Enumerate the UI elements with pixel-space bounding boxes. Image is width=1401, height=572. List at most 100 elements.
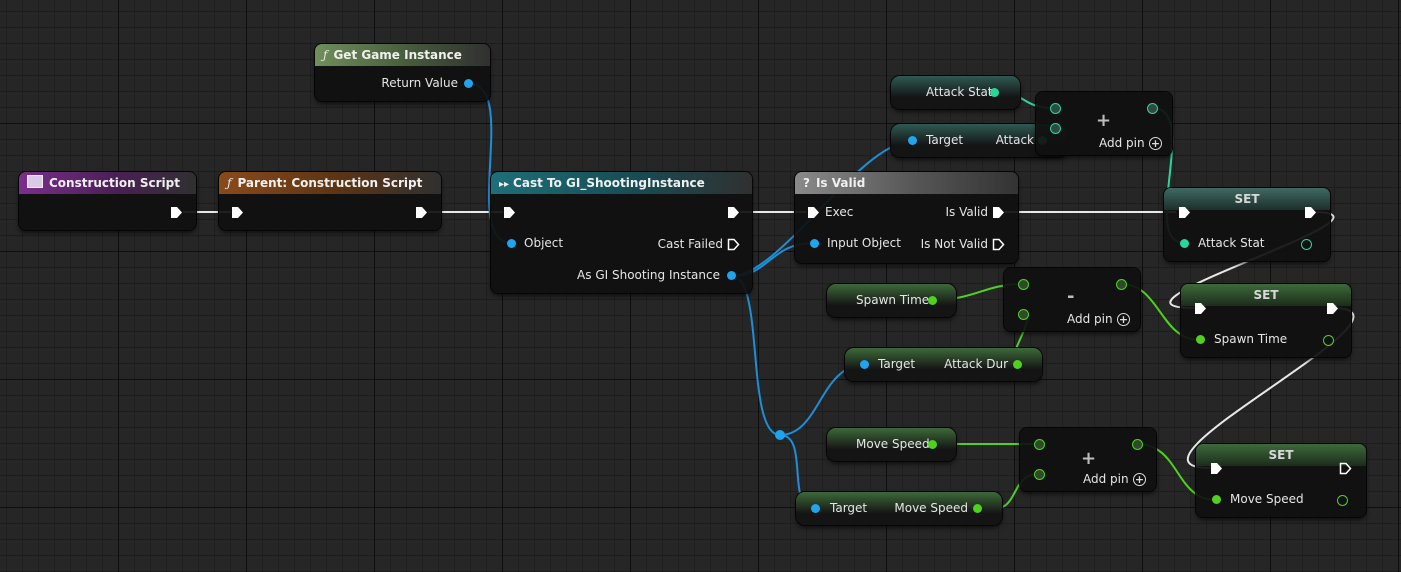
cast-icon: ▸▸	[499, 179, 510, 190]
return-value-label: Return Value	[381, 76, 458, 90]
node-header: Construction Script	[19, 172, 196, 194]
target-pin[interactable]	[908, 136, 917, 145]
spawn-time-in-pin[interactable]	[1196, 335, 1205, 344]
is-valid-exec-pin[interactable]	[992, 206, 1005, 219]
node-construction-script[interactable]: Construction Script	[19, 172, 196, 230]
object-label: Object	[524, 236, 564, 250]
move-speed-out-pin[interactable]	[928, 440, 937, 449]
subtract-input-b-pin[interactable]	[1018, 309, 1029, 320]
target-label: Target	[926, 133, 964, 147]
exec-in-pin[interactable]	[807, 206, 820, 219]
node-target-move-speed[interactable]: Target Move Speed	[796, 492, 1002, 525]
exec-out-pin[interactable]	[1339, 462, 1352, 475]
node-spawn-time-variable[interactable]: Spawn Time	[827, 284, 956, 317]
node-header: ƒ Get Game Instance	[315, 44, 490, 66]
attack-stat-out-pin[interactable]	[990, 88, 999, 97]
add-pin-label[interactable]: Add pin	[1083, 472, 1129, 486]
reroute-knot	[775, 430, 785, 440]
spawn-time-field-label: Spawn Time	[1214, 332, 1288, 346]
question-icon: ?	[803, 176, 810, 190]
add-pin-icon[interactable]: +	[1149, 137, 1162, 150]
exec-out-pin[interactable]	[1326, 302, 1339, 315]
target-pin[interactable]	[860, 360, 869, 369]
node-title: Cast To GI_ShootingInstance	[513, 176, 705, 190]
event-icon	[27, 175, 43, 188]
exec-in-pin[interactable]	[1194, 302, 1207, 315]
attack-stat-field-label: Attack Stat	[1198, 236, 1265, 250]
target-pin[interactable]	[811, 504, 820, 513]
add-pin-icon[interactable]: +	[1133, 473, 1146, 486]
node-title: Parent: Construction Script	[237, 176, 423, 190]
attack-dur-out-pin[interactable]	[1013, 360, 1022, 369]
cast-failed-label: Cast Failed	[657, 237, 723, 251]
input-object-label: Input Object	[827, 236, 901, 250]
node-target-attack-dur[interactable]: Target Attack Dur	[845, 348, 1042, 381]
add-output-pin[interactable]	[1147, 103, 1158, 114]
node-cast-to-gi-shooting-instance[interactable]: ▸▸ Cast To GI_ShootingInstance Object Cas…	[491, 172, 752, 293]
node-move-speed-variable[interactable]: Move Speed	[827, 428, 956, 461]
subtract-operator: -	[1067, 286, 1075, 307]
object-wire	[731, 275, 781, 436]
exec-in-pin[interactable]	[1210, 462, 1223, 475]
node-header: ? Is Valid	[795, 172, 1018, 194]
node-add-move-speed[interactable]: + Add pin +	[1020, 428, 1156, 491]
is-not-valid-exec-pin[interactable]	[992, 238, 1005, 251]
exec-out-pin[interactable]	[727, 206, 740, 219]
add-operator: +	[1081, 448, 1097, 469]
node-set-spawn-time[interactable]: SET Spawn Time	[1181, 284, 1351, 357]
is-valid-label: Is Valid	[945, 205, 988, 219]
add-pin-icon[interactable]: +	[1117, 313, 1130, 326]
as-instance-pin[interactable]	[727, 271, 736, 280]
add-input-a-pin[interactable]	[1050, 103, 1061, 114]
exec-in-pin[interactable]	[503, 206, 516, 219]
attack-stat-in-pin[interactable]	[1180, 239, 1189, 248]
exec-out-pin[interactable]	[1304, 206, 1317, 219]
subtract-output-pin[interactable]	[1116, 279, 1127, 290]
exec-out-pin[interactable]	[170, 206, 183, 219]
target-label: Target	[878, 357, 916, 371]
move-speed-out-pin[interactable]	[1337, 495, 1348, 506]
input-object-pin[interactable]	[810, 239, 819, 248]
node-subtract-spawn[interactable]: - Add pin +	[1004, 268, 1140, 331]
exec-out-pin[interactable]	[415, 206, 428, 219]
move-speed-label: Move Speed	[856, 437, 930, 451]
node-title: Is Valid	[815, 176, 866, 190]
function-icon: ƒ	[227, 176, 232, 190]
exec-in-pin[interactable]	[231, 206, 244, 219]
subtract-input-a-pin[interactable]	[1018, 279, 1029, 290]
spawn-time-out-pin[interactable]	[1323, 335, 1334, 346]
move-speed-out-pin[interactable]	[973, 504, 982, 513]
object-pin[interactable]	[507, 239, 516, 248]
node-parent-construction-script[interactable]: ƒ Parent: Construction Script	[219, 172, 441, 230]
node-add-attack[interactable]: + Add pin +	[1036, 92, 1172, 155]
add-pin-label[interactable]: Add pin	[1067, 312, 1113, 326]
attack-label: Attack	[995, 133, 1034, 147]
node-attack-stat-variable[interactable]: Attack Stat	[891, 76, 1020, 109]
add-input-b-pin[interactable]	[1034, 469, 1045, 480]
node-set-attack-stat[interactable]: SET Attack Stat	[1164, 188, 1330, 261]
node-set-move-speed[interactable]: SET Move Speed	[1196, 444, 1366, 517]
node-title: Get Game Instance	[333, 48, 462, 62]
attack-stat-out-pin[interactable]	[1301, 239, 1312, 250]
move-speed-out-label: Move Speed	[894, 501, 968, 515]
add-pin-label[interactable]: Add pin	[1099, 136, 1145, 150]
exec-in-pin[interactable]	[1178, 206, 1191, 219]
node-is-valid[interactable]: ? Is Valid Exec Is Valid Input Object Is …	[795, 172, 1018, 263]
spawn-time-label: Spawn Time	[856, 293, 930, 307]
node-title: Construction Script	[49, 176, 180, 190]
move-speed-in-pin[interactable]	[1212, 495, 1221, 504]
cast-failed-exec-pin[interactable]	[727, 238, 740, 251]
spawn-time-out-pin[interactable]	[928, 296, 937, 305]
add-input-b-pin[interactable]	[1050, 123, 1061, 134]
add-operator: +	[1096, 110, 1112, 131]
return-value-pin[interactable]	[464, 79, 473, 88]
node-get-game-instance[interactable]: ƒ Get Game Instance Return Value	[315, 44, 490, 101]
is-not-valid-label: Is Not Valid	[920, 237, 988, 251]
attack-stat-label: Attack Stat	[926, 85, 993, 99]
move-speed-field-label: Move Speed	[1230, 492, 1304, 506]
target-label: Target	[830, 501, 868, 515]
node-header: ▸▸ Cast To GI_ShootingInstance	[491, 172, 752, 194]
add-input-a-pin[interactable]	[1034, 439, 1045, 450]
function-icon: ƒ	[323, 48, 328, 62]
add-output-pin[interactable]	[1132, 439, 1143, 450]
